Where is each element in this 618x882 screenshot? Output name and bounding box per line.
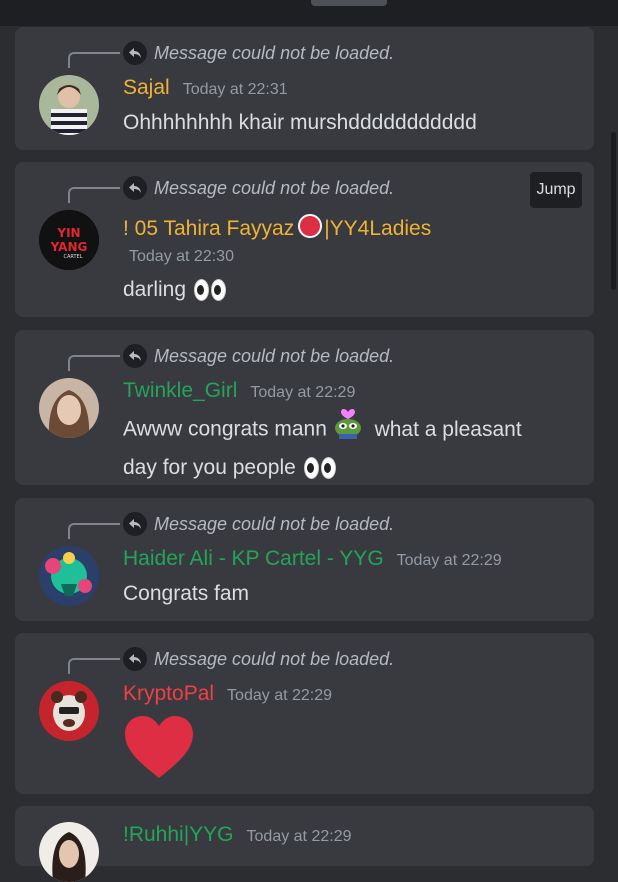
scrollbar-thumb[interactable]	[611, 132, 616, 290]
red-circle-icon	[298, 214, 323, 238]
username[interactable]: Haider Ali - KP Cartel - YYG	[123, 547, 384, 571]
message-text: darling	[123, 278, 187, 301]
avatar[interactable]: YIN YANG CARTEL	[39, 210, 99, 270]
message-header: !Ruhhi|YYG Today at 22:29	[123, 823, 351, 847]
message-text-line2: day for you people	[123, 456, 296, 479]
timestamp[interactable]: Today at 22:31	[183, 81, 288, 99]
avatar-logo-sub: CARTEL	[63, 254, 82, 260]
reply-connector	[68, 355, 120, 371]
reply-connector	[68, 52, 120, 68]
timestamp[interactable]: Today at 22:30	[129, 248, 234, 266]
username[interactable]: Sajal	[123, 76, 170, 100]
message-text: Ohhhhhhhh khair murshddddddddddd	[123, 111, 477, 134]
reply-icon	[123, 647, 147, 671]
reply-icon	[123, 344, 147, 368]
message-header: Sajal Today at 22:31	[123, 76, 288, 100]
reply-icon	[123, 41, 147, 65]
avatar-logo-top: YIN	[56, 226, 80, 240]
eyes-emoji	[193, 279, 228, 302]
reply-preview[interactable]: Message could not be loaded.	[123, 647, 394, 671]
message-header: Twinkle_Girl Today at 22:29	[123, 379, 355, 403]
pepe-love-emoji	[333, 407, 363, 449]
message-text: Congrats fam	[123, 582, 250, 605]
message-card[interactable]: Message could not be loaded. Haider Ali …	[15, 498, 594, 621]
avatar[interactable]	[39, 681, 99, 741]
reply-notice: Message could not be loaded.	[154, 42, 395, 63]
heart-emoji	[123, 714, 195, 785]
reply-preview[interactable]: Message could not be loaded.	[123, 176, 394, 200]
top-handle[interactable]	[311, 0, 387, 6]
avatar-logo-bottom: YANG	[50, 240, 88, 254]
reply-preview[interactable]: Message could not be loaded.	[123, 344, 394, 368]
username[interactable]: KryptoPal	[123, 682, 214, 706]
username[interactable]: ! 05 Tahira Fayyaz	[123, 217, 294, 241]
username[interactable]: Twinkle_Girl	[123, 379, 237, 403]
message-card[interactable]: Message could not be loaded. KryptoPal T…	[15, 633, 594, 794]
timestamp[interactable]: Today at 22:29	[250, 384, 355, 402]
message-text-line1: Awww congrats mann	[123, 417, 327, 441]
reply-icon	[123, 176, 147, 200]
reply-notice: Message could not be loaded.	[154, 648, 395, 669]
message-header: KryptoPal Today at 22:29	[123, 682, 332, 706]
reply-connector	[68, 187, 120, 203]
message-content: darling	[123, 273, 228, 306]
reply-preview[interactable]: Message could not be loaded.	[123, 512, 394, 536]
reply-notice: Message could not be loaded.	[154, 345, 395, 366]
timestamp[interactable]: Today at 22:29	[247, 828, 352, 846]
timestamp[interactable]: Today at 22:29	[227, 687, 332, 705]
scrollbar[interactable]	[611, 26, 618, 853]
reply-notice: Message could not be loaded.	[154, 513, 395, 534]
message-text-line1b: what a pleasant	[374, 417, 522, 441]
avatar[interactable]	[39, 822, 99, 882]
message-card[interactable]: Jump Message could not be loaded. YIN YA…	[15, 162, 594, 317]
reply-connector	[68, 523, 120, 539]
reply-preview[interactable]: Message could not be loaded.	[123, 41, 394, 65]
reply-icon	[123, 512, 147, 536]
avatar[interactable]	[39, 75, 99, 135]
jump-button[interactable]: Jump	[530, 172, 582, 208]
message-header-time: Today at 22:30	[129, 248, 234, 266]
username-suffix[interactable]: |YY4Ladies	[324, 217, 431, 241]
avatar[interactable]	[39, 546, 99, 606]
message-header: ! 05 Tahira Fayyaz |YY4Ladies	[123, 211, 431, 241]
message-card[interactable]: Message could not be loaded. Sajal Today…	[15, 27, 594, 150]
message-card[interactable]: !Ruhhi|YYG Today at 22:29	[15, 806, 594, 882]
reply-notice: Message could not be loaded.	[154, 177, 395, 198]
reply-connector	[68, 658, 120, 674]
top-bar	[0, 0, 618, 26]
message-card[interactable]: Message could not be loaded. Twinkle_Gir…	[15, 330, 594, 485]
timestamp[interactable]: Today at 22:29	[397, 552, 502, 570]
avatar[interactable]	[39, 378, 99, 438]
message-header: Haider Ali - KP Cartel - YYG Today at 22…	[123, 547, 502, 571]
message-content: Awww congrats mann what a pleasant day f…	[123, 409, 522, 484]
username[interactable]: !Ruhhi|YYG	[123, 823, 234, 847]
eyes-emoji	[303, 457, 338, 480]
